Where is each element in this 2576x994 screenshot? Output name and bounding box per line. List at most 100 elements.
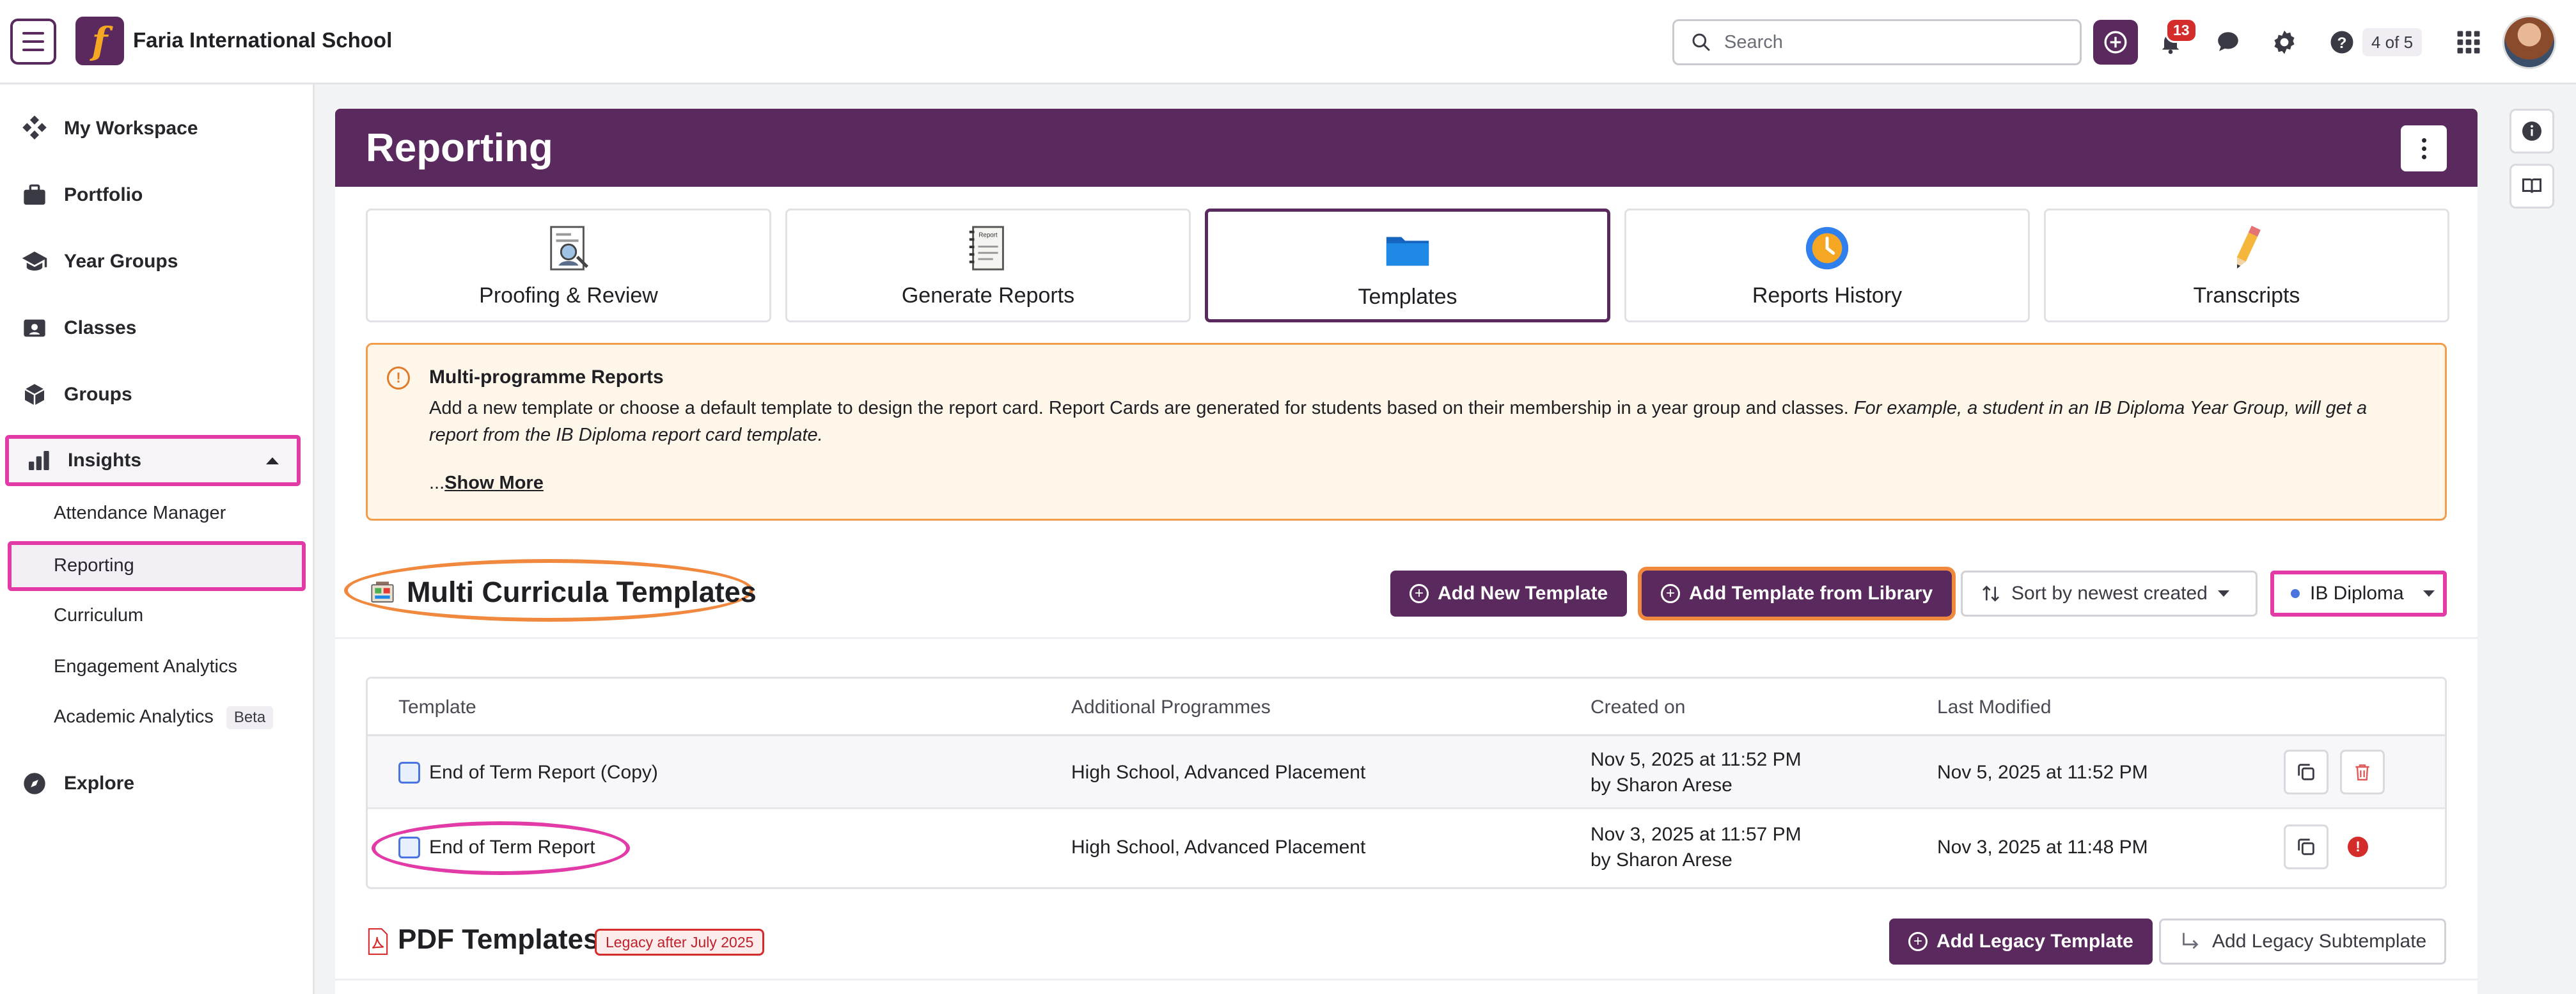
column-header-modified[interactable]: Last Modified	[1937, 697, 2051, 718]
notice-body: Add a new template or choose a default t…	[429, 395, 2418, 448]
apps-button[interactable]	[2451, 24, 2486, 60]
page-title: Reporting	[366, 126, 553, 170]
info-notice: ! Multi-programme Reports Add a new temp…	[366, 343, 2447, 521]
search-box[interactable]	[1672, 19, 2082, 65]
sort-dropdown[interactable]: Sort by newest created	[1961, 571, 2258, 617]
add-new-template-button[interactable]: + Add New Template	[1390, 571, 1628, 617]
proofing-icon	[544, 223, 593, 273]
svg-text:?: ?	[2337, 35, 2347, 52]
programme-color-dot	[2291, 589, 2300, 598]
notice-title: Multi-programme Reports	[429, 367, 664, 388]
programme-filter-dropdown[interactable]: IB Diploma	[2270, 571, 2447, 617]
reporting-panel: Reporting Proofing & Review Report Gener…	[335, 109, 2478, 994]
warning-icon: !	[387, 367, 410, 390]
tab-generate-reports[interactable]: Report Generate Reports	[785, 209, 1191, 322]
duplicate-button[interactable]	[2284, 750, 2329, 794]
sidebar-item-explore[interactable]: Explore	[0, 756, 315, 811]
tab-label: Reports History	[1752, 283, 1903, 308]
plus-circle-icon: +	[1661, 584, 1680, 603]
additional-programmes: High School, Advanced Placement	[1071, 762, 1366, 783]
delete-button[interactable]	[2340, 750, 2385, 794]
sidebar-item-label: Portfolio	[64, 184, 143, 205]
search-icon	[1692, 33, 1710, 51]
column-header-programmes[interactable]: Additional Programmes	[1071, 697, 1271, 718]
pencil-icon	[2222, 223, 2272, 273]
created-by: by Sharon Arese	[1590, 849, 1732, 871]
search-input[interactable]	[1724, 31, 2057, 53]
sidebar-item-label: Explore	[64, 773, 135, 794]
created-date: Nov 5, 2025 at 11:52 PM	[1590, 749, 1802, 770]
more-options-button[interactable]	[2401, 125, 2447, 171]
quick-add-button[interactable]	[2093, 20, 2138, 65]
add-template-from-library-button[interactable]: + Add Template from Library	[1637, 567, 1956, 620]
sidebar-item-portfolio[interactable]: Portfolio	[0, 168, 315, 223]
subtemplate-arrow-icon	[2183, 933, 2199, 949]
sidebar-subitem-label: Academic Analytics	[54, 706, 214, 727]
clock-icon	[1802, 223, 1852, 273]
classes-icon	[20, 314, 49, 342]
sidebar-subitem-engagement-analytics[interactable]: Engagement Analytics	[54, 656, 237, 677]
table-row[interactable]: End of Term Report (Copy) High School, A…	[368, 736, 2445, 809]
show-more-link[interactable]: Show More	[444, 473, 544, 493]
sidebar-subitem-attendance-manager[interactable]: Attendance Manager	[54, 503, 226, 524]
sidebar-subitem-curriculum[interactable]: Curriculum	[54, 605, 143, 626]
info-panel-button[interactable]	[2509, 109, 2554, 154]
tab-proofing-review[interactable]: Proofing & Review	[366, 209, 771, 322]
tab-label: Generate Reports	[901, 283, 1075, 308]
graduation-cap-icon	[20, 248, 49, 276]
notice-text: Add a new template or choose a default t…	[429, 398, 1849, 418]
copy-icon	[2298, 764, 2314, 780]
user-avatar[interactable]	[2502, 15, 2556, 69]
sidebar-item-classes[interactable]: Classes	[0, 301, 315, 356]
settings-button[interactable]	[2266, 24, 2302, 60]
chevron-down-icon	[2217, 590, 2229, 597]
menu-icon[interactable]	[10, 19, 56, 65]
plus-circle-icon: +	[1908, 932, 1928, 951]
bar-chart-icon	[24, 446, 52, 475]
sidebar-subitem-academic-analytics[interactable]: Academic Analytics Beta	[54, 706, 274, 729]
duplicate-button[interactable]	[2284, 824, 2329, 869]
portfolio-icon	[20, 181, 49, 209]
svg-text:Report: Report	[978, 232, 998, 239]
collapse-caret-icon[interactable]	[266, 457, 279, 464]
help-icon: ?	[2330, 31, 2353, 54]
sidebar-subitem-reporting[interactable]: Reporting	[8, 541, 306, 591]
school-name: Faria International School	[133, 28, 393, 52]
legacy-badge: Legacy after July 2025	[595, 929, 765, 956]
sidebar-item-insights[interactable]: Insights	[5, 435, 301, 486]
divider	[335, 979, 2478, 981]
tab-transcripts[interactable]: Transcripts	[2044, 209, 2449, 322]
help-button[interactable]: ?	[2324, 24, 2360, 60]
sidebar-item-my-workspace[interactable]: My Workspace	[0, 101, 315, 156]
template-name-link[interactable]: End of Term Report	[429, 835, 595, 860]
notification-count-badge: 13	[2165, 18, 2197, 43]
sidebar-item-year-groups[interactable]: Year Groups	[0, 234, 315, 289]
error-alert-icon[interactable]: !	[2348, 837, 2368, 857]
section-title-multi-curricula: Multi Curricula Templates	[407, 576, 757, 608]
messages-button[interactable]	[2210, 24, 2246, 60]
sidebar-subitem-label: Reporting	[54, 555, 134, 576]
chevron-down-icon	[2423, 590, 2435, 597]
button-label: Add New Template	[1438, 583, 1608, 604]
tab-templates[interactable]: Templates	[1205, 209, 1610, 322]
column-header-template[interactable]: Template	[398, 697, 476, 718]
button-label: Add Template from Library	[1689, 583, 1933, 604]
cube-icon	[20, 381, 49, 409]
add-legacy-template-button[interactable]: + Add Legacy Template	[1889, 919, 2153, 965]
onboarding-progress[interactable]: 4 of 5	[2362, 28, 2423, 56]
grid-icon	[2457, 31, 2480, 54]
add-legacy-subtemplate-button[interactable]: Add Legacy Subtemplate	[2159, 919, 2447, 965]
sidebar: My Workspace Portfolio Year Groups Class…	[0, 84, 315, 994]
template-name-link[interactable]: End of Term Report (Copy)	[429, 760, 658, 785]
ellipsis: ...	[429, 473, 445, 493]
sidebar-item-groups[interactable]: Groups	[0, 367, 315, 422]
tab-label: Proofing & Review	[479, 283, 658, 308]
column-header-created[interactable]: Created on	[1590, 697, 1685, 718]
sidebar-item-label: My Workspace	[64, 118, 198, 139]
folder-icon	[1383, 225, 1433, 274]
table-row[interactable]: End of Term Report High School, Advanced…	[368, 811, 2445, 884]
created-by: by Sharon Arese	[1590, 775, 1732, 796]
school-logo[interactable]: f	[75, 17, 124, 65]
guide-panel-button[interactable]	[2509, 164, 2554, 209]
tab-reports-history[interactable]: Reports History	[1624, 209, 2030, 322]
